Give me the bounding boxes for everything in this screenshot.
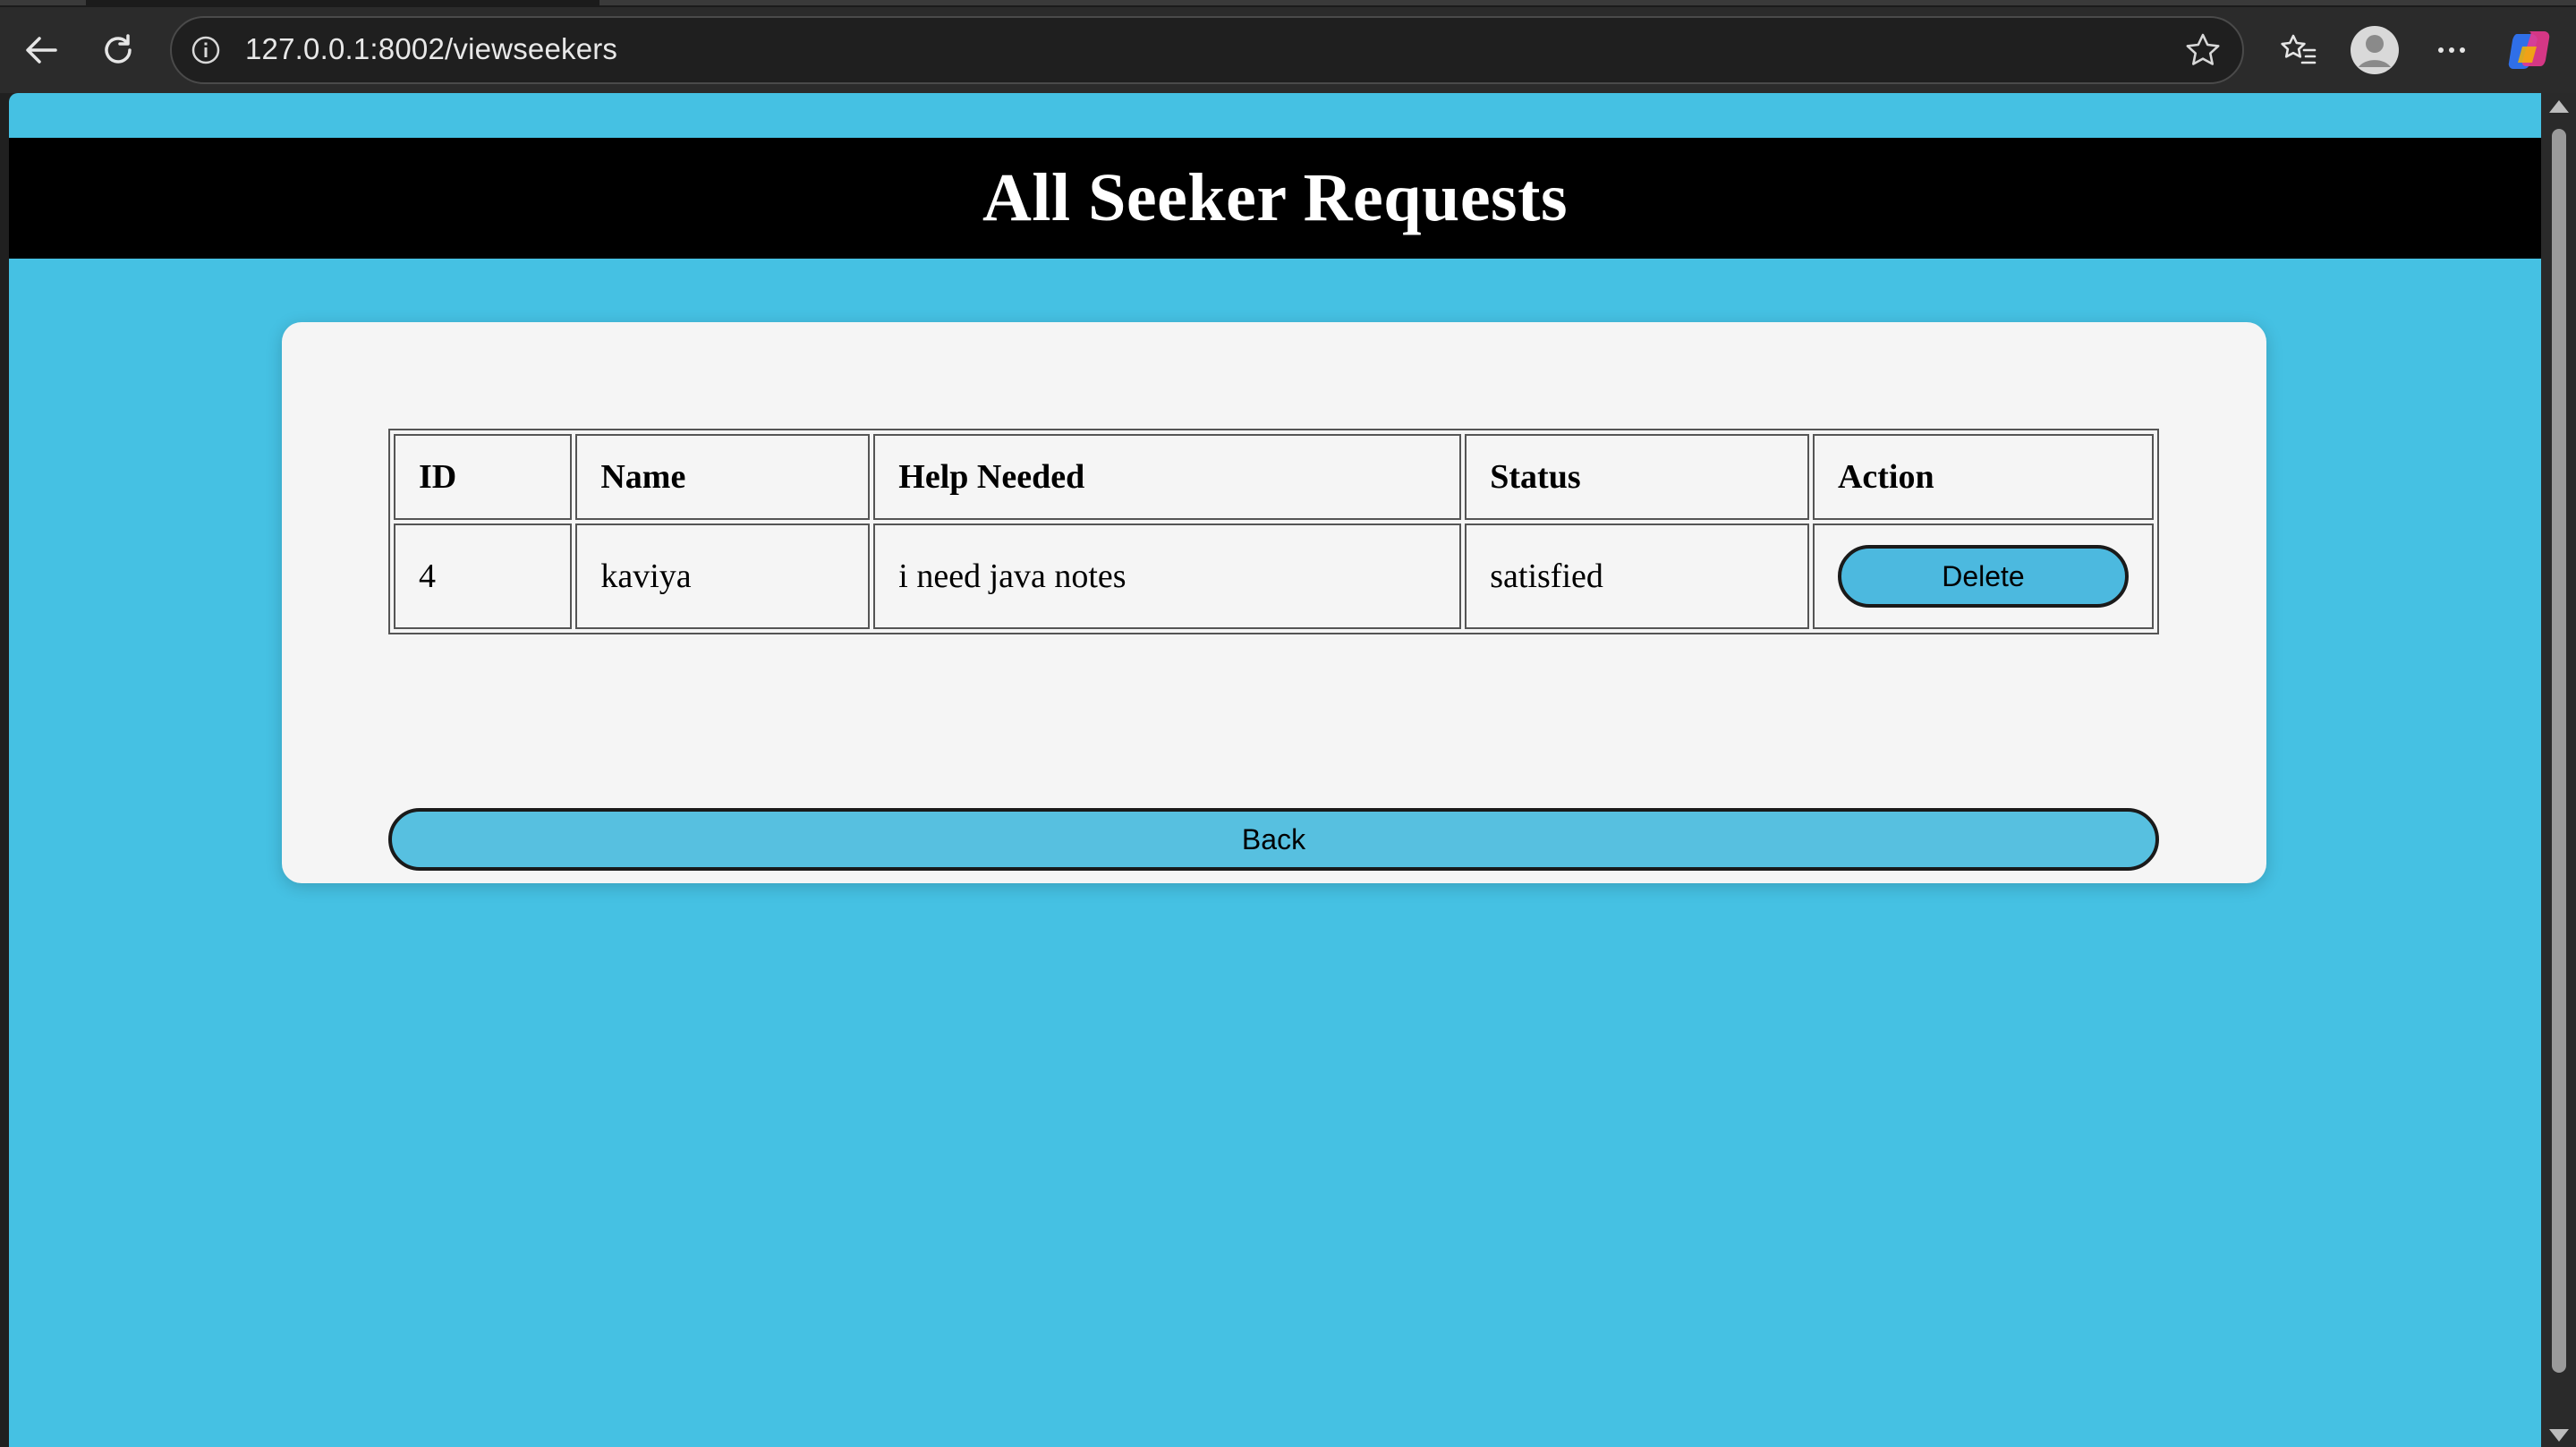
seekers-table: ID Name Help Needed Status Action 4 kavi…: [388, 429, 2159, 634]
back-button[interactable]: Back: [388, 808, 2159, 871]
column-header-name: Name: [575, 434, 871, 520]
scroll-down-arrow-icon[interactable]: [2549, 1429, 2569, 1442]
profile-avatar-icon[interactable]: [2346, 21, 2403, 79]
table-row: 4 kaviya i need java notes satisfied Del…: [394, 523, 2154, 629]
site-info-icon[interactable]: [190, 34, 222, 66]
cell-help-needed: i need java notes: [873, 523, 1462, 629]
delete-button[interactable]: Delete: [1837, 545, 2129, 608]
scroll-up-arrow-icon[interactable]: [2549, 100, 2569, 113]
page-title: All Seeker Requests: [982, 160, 1569, 235]
content-card: ID Name Help Needed Status Action 4 kavi…: [282, 322, 2266, 883]
tab-strip: [0, 0, 2576, 7]
cell-name: kaviya: [575, 523, 871, 629]
table-header-row: ID Name Help Needed Status Action: [394, 434, 2154, 520]
favorite-star-icon[interactable]: [2183, 30, 2223, 70]
url-text[interactable]: 127.0.0.1:8002/viewseekers: [245, 32, 617, 66]
page-header: All Seeker Requests: [9, 138, 2541, 259]
tab-strip-edge: [599, 0, 2576, 5]
column-header-id: ID: [394, 434, 573, 520]
page-viewport: All Seeker Requests ID Name Help Needed …: [9, 93, 2541, 1447]
more-options-icon[interactable]: [2423, 21, 2480, 79]
reload-icon[interactable]: [89, 21, 147, 79]
column-header-status: Status: [1465, 434, 1809, 520]
browser-toolbar: 127.0.0.1:8002/viewseekers: [0, 7, 2576, 93]
column-header-action: Action: [1812, 434, 2154, 520]
scrollbar-thumb[interactable]: [2552, 129, 2566, 1373]
favorites-list-icon[interactable]: [2270, 21, 2327, 79]
column-header-help-needed: Help Needed: [873, 434, 1462, 520]
tab-indicator: [0, 0, 86, 5]
vertical-scrollbar[interactable]: [2541, 93, 2576, 1447]
back-arrow-icon[interactable]: [13, 21, 70, 79]
cell-action: Delete: [1812, 523, 2154, 629]
copilot-icon[interactable]: [2501, 21, 2558, 79]
cell-status: satisfied: [1465, 523, 1809, 629]
cell-id: 4: [394, 523, 573, 629]
address-bar[interactable]: 127.0.0.1:8002/viewseekers: [170, 16, 2244, 84]
